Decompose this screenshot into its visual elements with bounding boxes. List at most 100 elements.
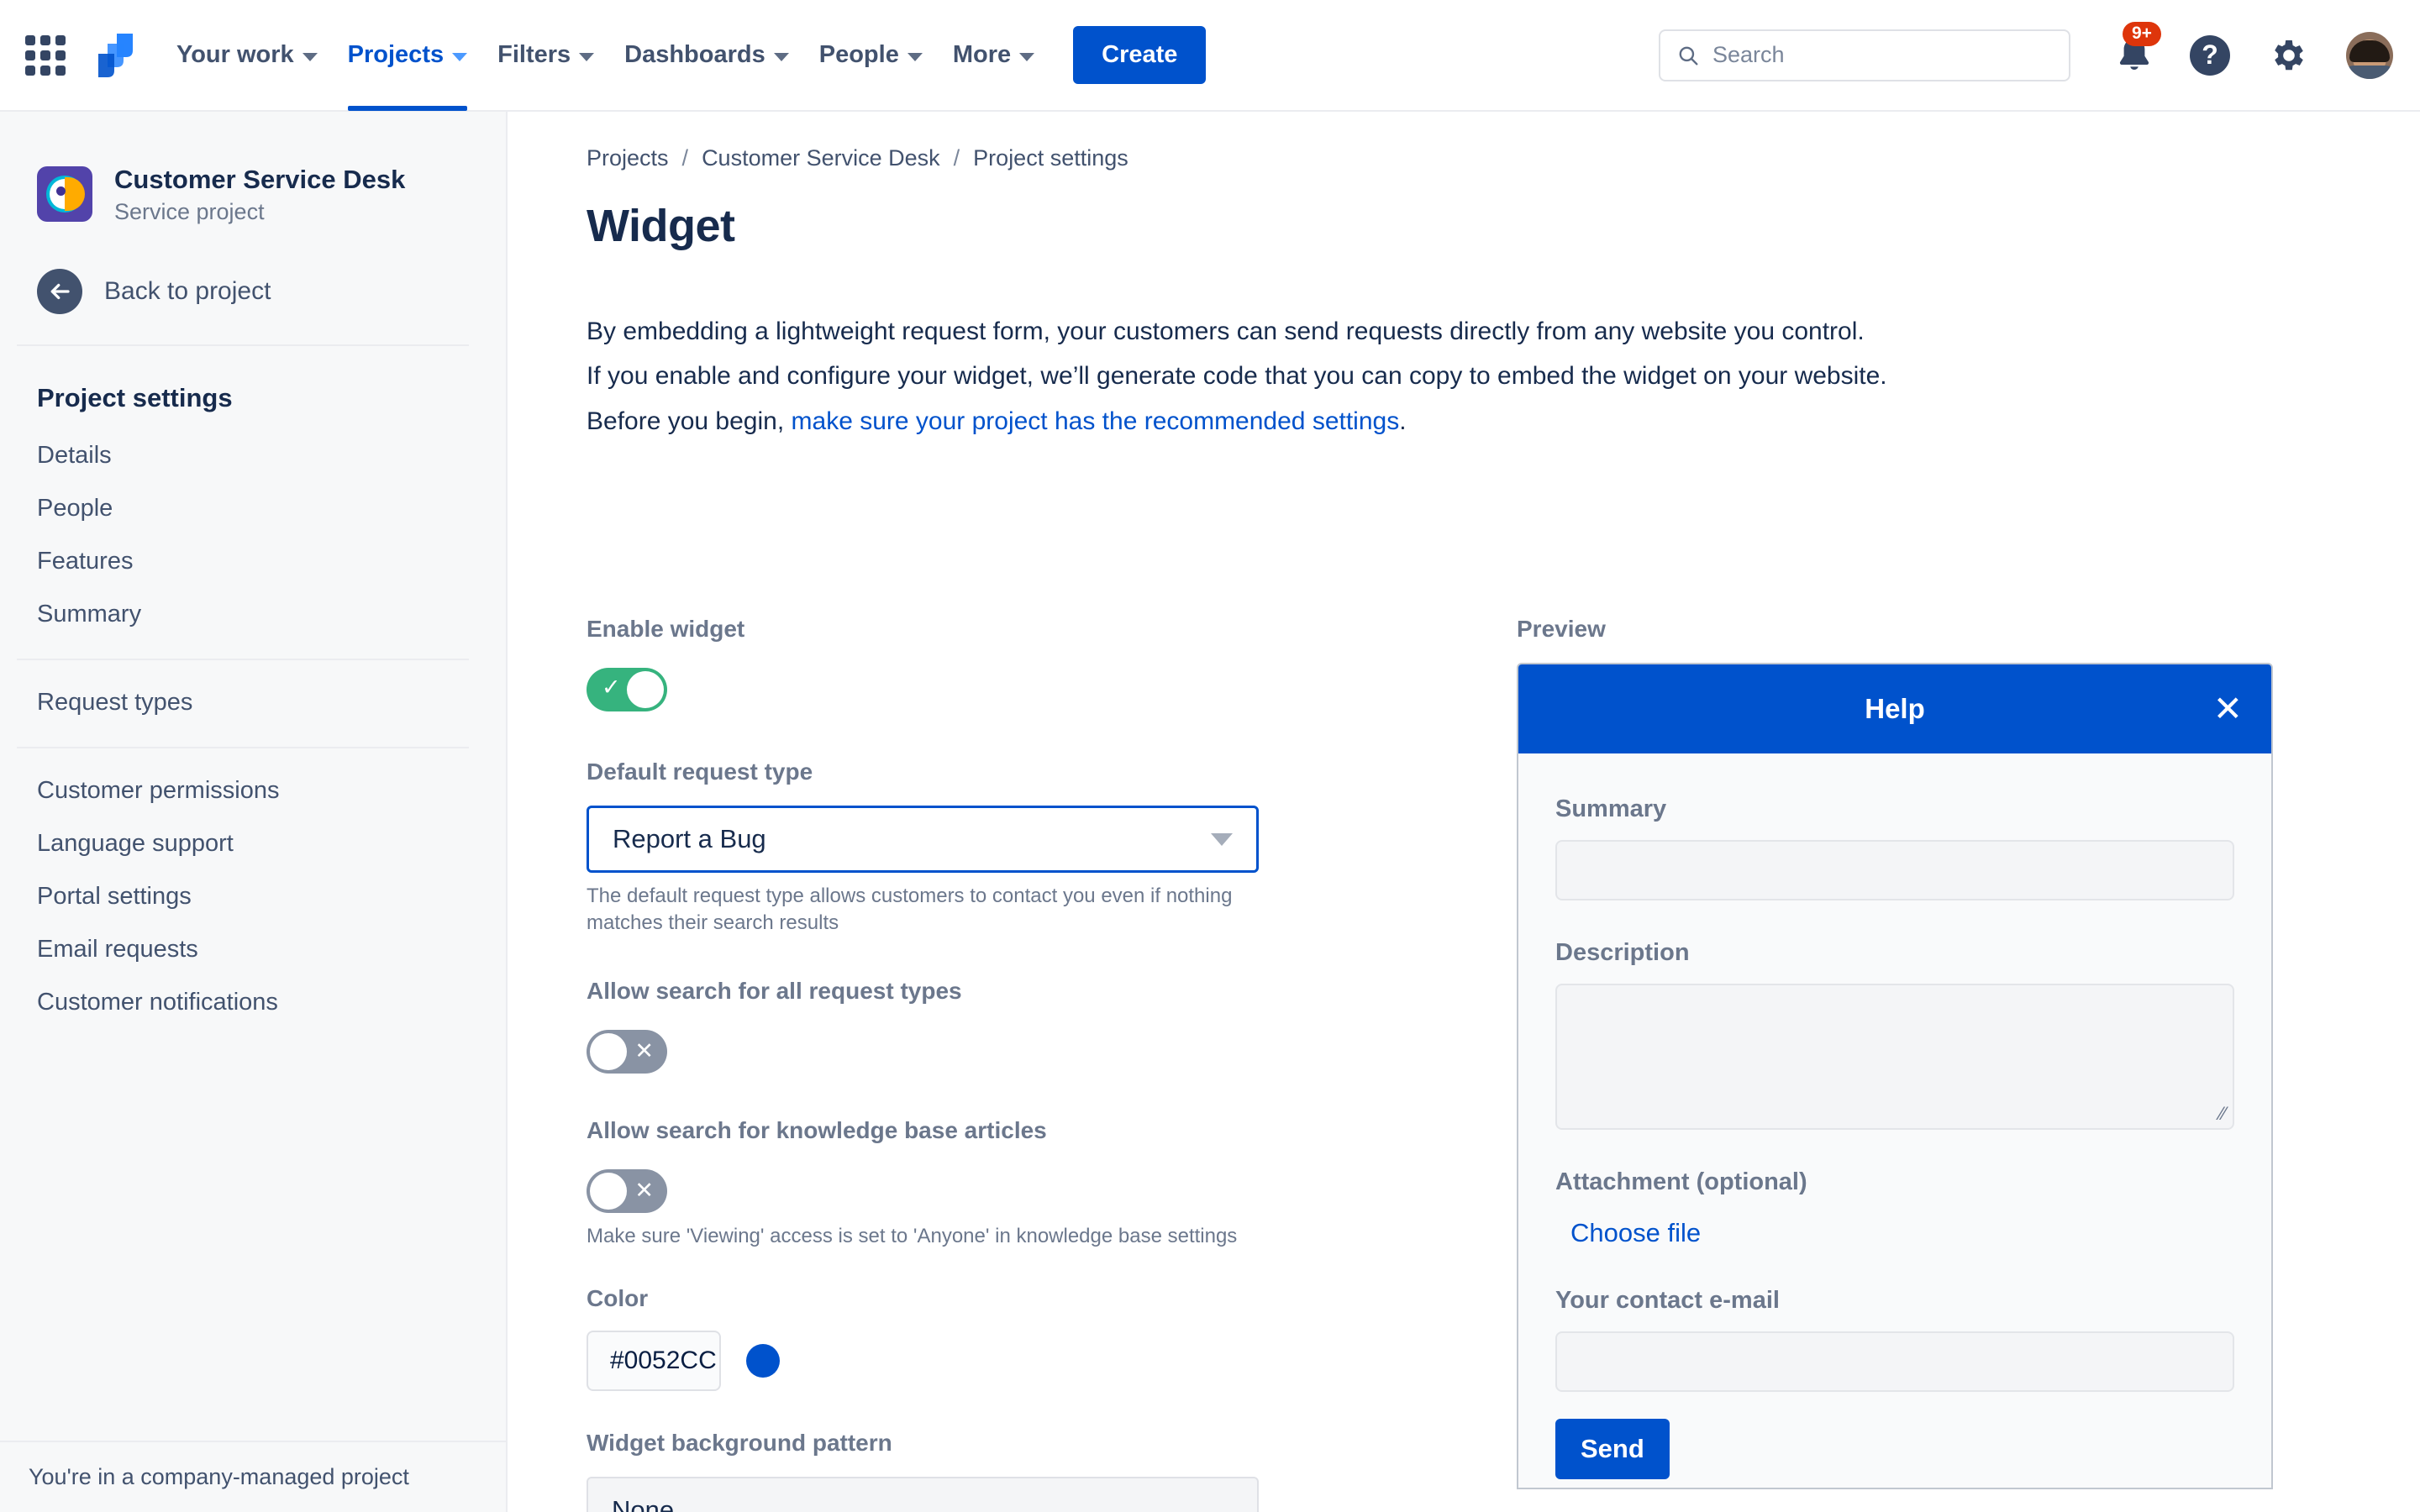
nav-label: People	[819, 41, 899, 69]
widget-preview-title: Help	[1865, 693, 1925, 725]
toggle-knob	[627, 671, 664, 708]
nav-item-your-work[interactable]: Your work	[161, 0, 333, 111]
chevron-down-icon	[302, 53, 318, 61]
color-swatch[interactable]	[746, 1344, 780, 1378]
default-request-type-value: Report a Bug	[613, 824, 766, 854]
enable-widget-label: Enable widget	[587, 616, 1326, 643]
widget-background-pattern-select[interactable]: None	[587, 1477, 1259, 1512]
widget-background-pattern-value: None	[612, 1495, 674, 1512]
notifications-bell-icon[interactable]: 9+	[2114, 34, 2154, 77]
intro-line-1: By embedding a lightweight request form,…	[587, 309, 2039, 354]
company-managed-project-note: You're in a company-managed project	[0, 1441, 508, 1512]
color-hex-input[interactable]: #0052CC	[587, 1331, 721, 1391]
back-to-project-link[interactable]: Back to project	[0, 225, 506, 314]
enable-widget-toggle[interactable]: ✓	[587, 668, 667, 711]
chevron-down-icon	[1019, 53, 1034, 61]
cross-icon: ✕	[634, 1038, 654, 1064]
default-request-type-helper: The default request type allows customer…	[587, 883, 1259, 937]
sidebar-item-summary[interactable]: Summary	[0, 575, 506, 628]
send-button[interactable]: Send	[1555, 1419, 1670, 1479]
jira-logo-icon[interactable]	[89, 32, 134, 79]
preview-email-input[interactable]	[1555, 1331, 2234, 1392]
color-row: #0052CC	[587, 1331, 1326, 1391]
color-label: Color	[587, 1285, 1326, 1312]
allow-kb-articles-label: Allow search for knowledge base articles	[587, 1117, 1326, 1144]
preview-summary-label: Summary	[1555, 795, 2234, 823]
sidebar-section-title: Project settings	[0, 346, 506, 413]
choose-file-button[interactable]: Choose file	[1570, 1218, 2234, 1248]
grid-apps-icon[interactable]	[25, 35, 66, 76]
allow-all-request-types-label: Allow search for all request types	[587, 978, 1326, 1005]
help-icon[interactable]: ?	[2190, 35, 2230, 76]
avatar[interactable]	[2346, 32, 2393, 79]
page-title: Widget	[509, 171, 2420, 252]
cross-icon: ✕	[634, 1178, 654, 1204]
recommended-settings-link[interactable]: make sure your project has the recommend…	[792, 407, 1400, 435]
nav-label: More	[953, 41, 1011, 69]
sidebar-item-portal-settings[interactable]: Portal settings	[0, 858, 506, 911]
chevron-down-icon	[452, 53, 467, 61]
resize-handle-icon[interactable]: ⁄⁄	[2220, 1105, 2226, 1123]
sidebar-item-details[interactable]: Details	[0, 413, 506, 470]
sidebar-item-language-support[interactable]: Language support	[0, 805, 506, 858]
intro-line-3-suffix: .	[1399, 407, 1406, 435]
preview-description-textarea[interactable]: ⁄⁄	[1555, 984, 2234, 1130]
intro-line-2: If you enable and configure your widget,…	[587, 354, 2039, 398]
nav-right-cluster: Search 9+ ?	[1659, 29, 2420, 81]
avatar-hair	[2349, 40, 2390, 62]
project-header[interactable]: Customer Service Desk Service project	[0, 112, 506, 225]
sidebar-item-customer-permissions[interactable]: Customer permissions	[0, 748, 506, 805]
avatar-body	[2346, 66, 2393, 79]
preview-attachment-label: Attachment (optional)	[1555, 1168, 2234, 1196]
breadcrumb-project-settings[interactable]: Project settings	[973, 145, 1128, 171]
toggle-knob	[590, 1033, 627, 1070]
search-placeholder: Search	[1712, 42, 1785, 68]
gear-icon[interactable]	[2267, 35, 2307, 76]
preview-email-label: Your contact e-mail	[1555, 1287, 2234, 1315]
chevron-down-icon	[1211, 833, 1233, 846]
intro-paragraph: By embedding a lightweight request form,…	[509, 252, 2039, 444]
project-avatar-icon	[37, 166, 92, 222]
search-input[interactable]: Search	[1659, 29, 2070, 81]
preview-summary-input[interactable]	[1555, 840, 2234, 900]
breadcrumb-separator: /	[682, 145, 689, 171]
allow-all-request-types-toggle[interactable]: ✕	[587, 1030, 667, 1074]
top-navigation-bar: Your work Projects Filters Dashboards Pe…	[0, 0, 2420, 112]
sidebar-item-request-types[interactable]: Request types	[0, 660, 506, 717]
sidebar-item-customer-notifications[interactable]: Customer notifications	[0, 963, 506, 1016]
nav-item-people[interactable]: People	[804, 0, 938, 111]
nav-label: Dashboards	[624, 41, 765, 69]
widget-settings-form: Enable widget ✓ Default request type Rep…	[587, 616, 1326, 1512]
sidebar-item-people[interactable]: People	[0, 470, 506, 522]
breadcrumb-customer-service-desk[interactable]: Customer Service Desk	[702, 145, 940, 171]
project-settings-sidebar: Customer Service Desk Service project Ba…	[0, 112, 508, 1512]
breadcrumb-projects[interactable]: Projects	[587, 145, 669, 171]
search-icon	[1677, 45, 1699, 66]
chevron-down-icon	[908, 53, 923, 61]
breadcrumb: Projects / Customer Service Desk / Proje…	[509, 112, 2420, 171]
nav-label: Your work	[176, 41, 294, 69]
chevron-down-icon	[579, 53, 594, 61]
primary-nav-links: Your work Projects Filters Dashboards Pe…	[161, 0, 1050, 111]
close-icon[interactable]: ✕	[2213, 691, 2243, 727]
nav-item-projects[interactable]: Projects	[333, 0, 482, 111]
main-content: Projects / Customer Service Desk / Proje…	[509, 112, 2420, 1512]
sidebar-item-email-requests[interactable]: Email requests	[0, 911, 506, 963]
widget-preview-header: Help ✕	[1518, 664, 2271, 753]
chevron-down-icon	[774, 53, 789, 61]
create-button[interactable]: Create	[1073, 26, 1206, 84]
widget-preview-card: Help ✕ Summary Description ⁄⁄ Attachment…	[1517, 663, 2273, 1489]
nav-label: Projects	[348, 41, 444, 69]
allow-kb-articles-toggle[interactable]: ✕	[587, 1169, 667, 1213]
default-request-type-select[interactable]: Report a Bug	[587, 806, 1259, 873]
nav-label: Filters	[497, 41, 571, 69]
intro-line-3: Before you begin, make sure your project…	[587, 399, 2039, 444]
toggle-knob	[590, 1173, 627, 1210]
nav-item-filters[interactable]: Filters	[482, 0, 609, 111]
check-icon: ✓	[602, 675, 621, 701]
widget-background-pattern-label: Widget background pattern	[587, 1430, 1326, 1457]
nav-item-more[interactable]: More	[938, 0, 1050, 111]
nav-item-dashboards[interactable]: Dashboards	[609, 0, 804, 111]
notification-badge: 9+	[2123, 22, 2161, 46]
sidebar-item-features[interactable]: Features	[0, 522, 506, 575]
